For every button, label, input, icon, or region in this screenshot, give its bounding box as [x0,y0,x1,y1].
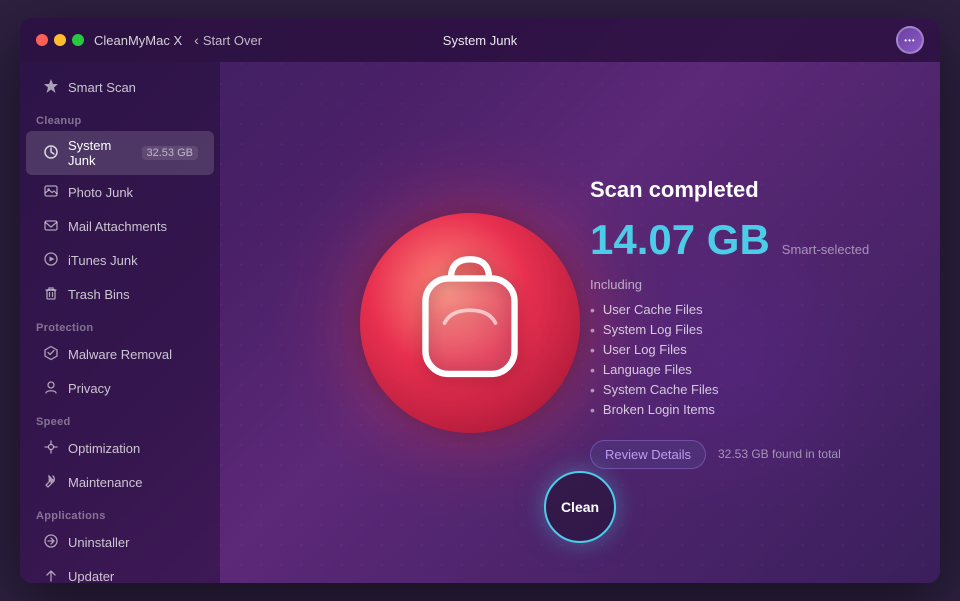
scan-completed-title: Scan completed [590,177,910,203]
list-item: System Log Files [590,320,910,340]
content-area: Smart Scan Cleanup System Junk 32.53 GB [20,62,940,583]
sidebar-label-itunes: iTunes Junk [68,253,198,268]
titlebar: CleanMyMac X ‹ Start Over System Junk [20,18,940,62]
avatar-button[interactable] [896,26,924,54]
list-item: User Cache Files [590,300,910,320]
maintenance-icon [42,473,60,492]
app-name: CleanMyMac X [94,33,182,48]
clean-btn-container: Clean [544,471,616,543]
including-list: User Cache Files System Log Files User L… [590,300,910,420]
sidebar-item-malware-removal[interactable]: Malware Removal [26,338,214,371]
traffic-lights [36,34,84,46]
smart-selected-label: Smart-selected [782,242,869,257]
back-nav[interactable]: ‹ Start Over [194,32,262,48]
back-nav-label: Start Over [203,33,262,48]
close-button[interactable] [36,34,48,46]
malware-icon [42,345,60,364]
sidebar-item-uninstaller[interactable]: Uninstaller [26,526,214,559]
trash-icon [42,285,60,304]
section-cleanup: Cleanup [20,105,220,130]
sidebar-label-maintenance: Maintenance [68,475,198,490]
scan-size-value: 14.07 GB [590,219,770,261]
smart-scan-icon [42,78,60,97]
sidebar-label-mail: Mail Attachments [68,219,198,234]
sidebar-item-maintenance[interactable]: Maintenance [26,466,214,499]
logo-circle [360,213,580,433]
sidebar-item-trash-bins[interactable]: Trash Bins [26,278,214,311]
titlebar-right [896,26,924,54]
privacy-icon [42,379,60,398]
sidebar-label-updater: Updater [68,569,198,583]
sidebar-item-updater[interactable]: Updater [26,560,214,583]
including-label: Including [590,277,910,292]
sidebar: Smart Scan Cleanup System Junk 32.53 GB [20,62,220,583]
itunes-icon [42,251,60,270]
clean-button[interactable]: Clean [544,471,616,543]
found-total-label: 32.53 GB found in total [718,447,841,461]
sidebar-label-optimization: Optimization [68,441,198,456]
system-junk-icon [42,144,60,163]
scan-size-row: 14.07 GB Smart-selected [590,219,910,261]
sidebar-item-photo-junk[interactable]: Photo Junk [26,176,214,209]
updater-icon [42,567,60,583]
main-panel: Scan completed 14.07 GB Smart-selected I… [220,62,940,583]
section-applications: Applications [20,500,220,525]
chevron-left-icon: ‹ [194,32,199,48]
optimization-icon [42,439,60,458]
minimize-button[interactable] [54,34,66,46]
logo-shape [405,253,535,393]
sidebar-label-photo-junk: Photo Junk [68,185,198,200]
app-window: CleanMyMac X ‹ Start Over System Junk Sm… [20,18,940,583]
photo-junk-icon [42,183,60,202]
sidebar-label-trash: Trash Bins [68,287,198,302]
list-item: Broken Login Items [590,400,910,420]
system-junk-badge: 32.53 GB [142,146,198,160]
sidebar-item-mail-attachments[interactable]: Mail Attachments [26,210,214,243]
maximize-button[interactable] [72,34,84,46]
sidebar-item-privacy[interactable]: Privacy [26,372,214,405]
review-details-button[interactable]: Review Details [590,440,706,469]
logo-area [360,213,580,433]
sidebar-item-label: Smart Scan [68,80,198,95]
list-item: System Cache Files [590,380,910,400]
section-speed: Speed [20,406,220,431]
section-protection: Protection [20,312,220,337]
window-title: System Junk [443,33,517,48]
sidebar-label-malware: Malware Removal [68,347,198,362]
sidebar-item-system-junk[interactable]: System Junk 32.53 GB [26,131,214,175]
sidebar-item-itunes-junk[interactable]: iTunes Junk [26,244,214,277]
info-panel: Scan completed 14.07 GB Smart-selected I… [590,177,910,469]
mail-icon [42,217,60,236]
list-item: User Log Files [590,340,910,360]
sidebar-label-privacy: Privacy [68,381,198,396]
sidebar-item-smart-scan[interactable]: Smart Scan [26,71,214,104]
sidebar-item-optimization[interactable]: Optimization [26,432,214,465]
review-row: Review Details 32.53 GB found in total [590,440,910,469]
sidebar-label-system-junk: System Junk [68,138,134,168]
list-item: Language Files [590,360,910,380]
uninstaller-icon [42,533,60,552]
sidebar-label-uninstaller: Uninstaller [68,535,198,550]
